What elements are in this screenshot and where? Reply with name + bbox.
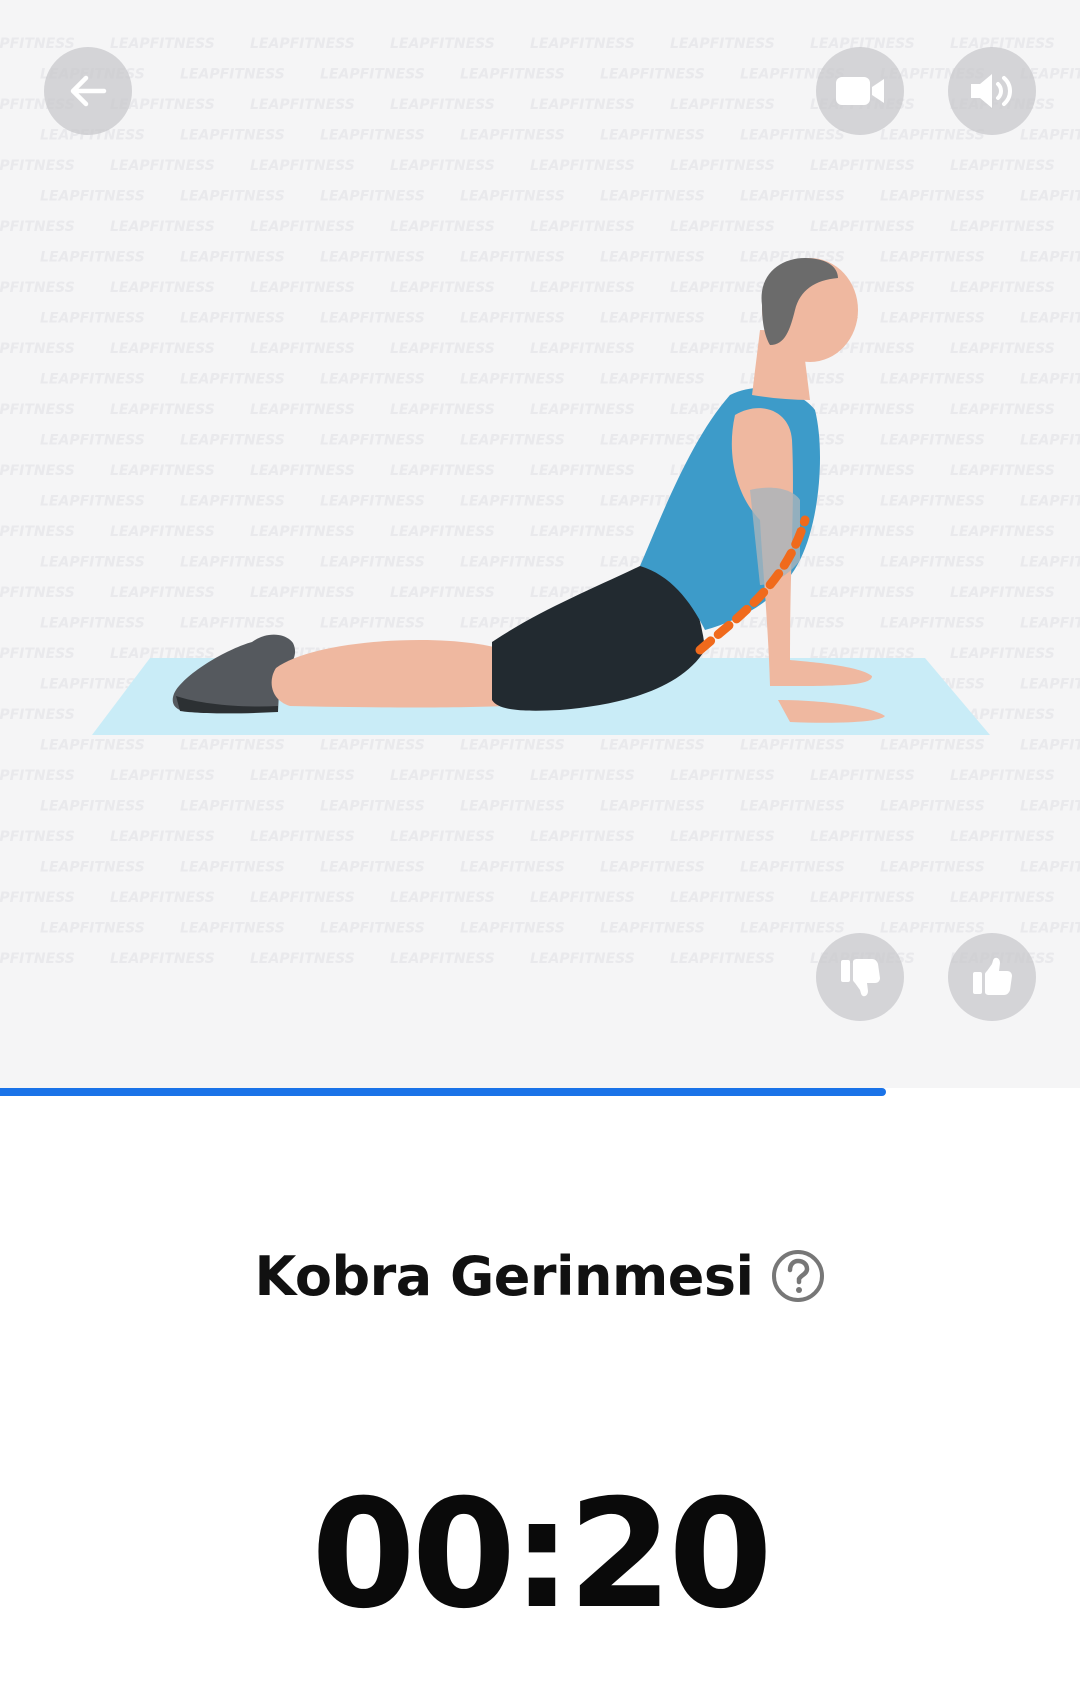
arrow-left-icon bbox=[70, 75, 107, 107]
thumbs-down-icon bbox=[841, 959, 880, 997]
exercise-animation-area: LEAPFITNESSLEAPFITNESSLEAPFITNESSLEAPFIT… bbox=[0, 0, 1080, 1088]
speaker-volume-icon bbox=[971, 74, 1012, 108]
like-button[interactable] bbox=[948, 933, 1036, 1021]
exercise-title: Kobra Gerinmesi bbox=[254, 1244, 754, 1308]
video-button[interactable] bbox=[816, 47, 904, 135]
sound-button[interactable] bbox=[948, 47, 1036, 135]
exercise-timer: 00:20 bbox=[311, 1468, 772, 1642]
cobra-pose-illustration bbox=[92, 258, 990, 735]
help-button[interactable] bbox=[770, 1248, 826, 1304]
progress-bar-fill bbox=[0, 1088, 886, 1096]
exercise-progress-bar bbox=[0, 1088, 1080, 1096]
question-circle-icon bbox=[771, 1250, 824, 1302]
thumbs-up-icon bbox=[973, 957, 1012, 995]
back-button[interactable] bbox=[44, 47, 132, 135]
exercise-title-row: Kobra Gerinmesi bbox=[0, 1236, 1080, 1316]
dislike-button[interactable] bbox=[816, 933, 904, 1021]
video-camera-icon bbox=[836, 77, 884, 105]
leg bbox=[271, 640, 505, 708]
